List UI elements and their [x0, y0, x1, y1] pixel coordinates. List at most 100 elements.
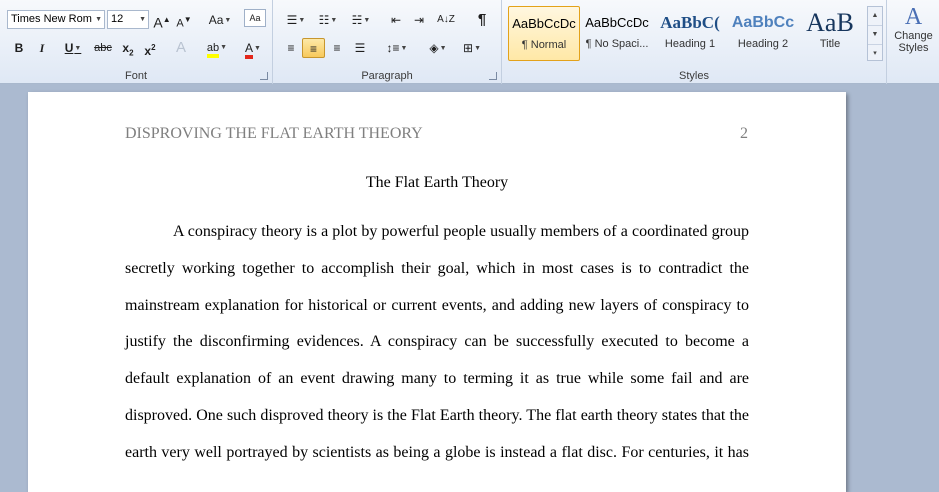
style-heading-2[interactable]: AaBbCc Heading 2: [727, 6, 799, 61]
paint-bucket-icon: ◈: [429, 41, 439, 55]
text-effects-button[interactable]: A: [172, 38, 190, 58]
chevron-down-icon[interactable]: ▼: [139, 11, 146, 28]
line-spacing-button[interactable]: ↕≡▼: [381, 38, 413, 58]
align-center-icon: ≡: [309, 42, 317, 56]
change-styles-line2: Styles: [898, 42, 929, 54]
body-line[interactable]: disproved. One such disproved theory is …: [125, 407, 749, 425]
decrease-indent-icon: ⇤: [390, 13, 402, 27]
chevron-down-icon[interactable]: ▼: [868, 26, 882, 45]
align-right-button[interactable]: ≡: [326, 38, 348, 58]
align-left-icon: ≡: [287, 41, 295, 55]
style-normal[interactable]: AaBbCcDc ¶ Normal: [508, 6, 580, 61]
body-line[interactable]: secretly working together to accomplish …: [125, 260, 749, 278]
font-size-box[interactable]: 12 ▼: [107, 10, 149, 29]
highlighter-icon: ab: [206, 42, 220, 58]
document-page[interactable]: DISPROVING THE FLAT EARTH THEORY 2 The F…: [28, 92, 846, 492]
shrink-font-button[interactable]: A▼: [175, 10, 193, 30]
subscript-mark: 2: [129, 48, 134, 58]
clear-formatting-icon: Aa: [249, 13, 261, 23]
style-title[interactable]: AaB Title: [794, 6, 866, 61]
font-name-box[interactable]: Times New Rom ▼: [7, 10, 105, 29]
italic-button[interactable]: I: [33, 38, 51, 58]
chevron-up-icon[interactable]: ▲: [868, 7, 882, 26]
chevron-down-icon[interactable]: ▼: [95, 11, 102, 28]
styles-group: AaBbCcDc ¶ Normal AaBbCcDc ¶ No Spaci...…: [502, 0, 886, 84]
sort-icon: A↓Z: [437, 14, 455, 25]
underline-button[interactable]: U▼: [56, 38, 90, 58]
strikethrough-button[interactable]: abc: [94, 38, 112, 58]
bold-icon: B: [14, 41, 24, 55]
numbering-button[interactable]: ☷▼: [313, 10, 343, 30]
paragraph-group: ☰▼ ☷▼ ☵▼ ⇤ ⇥ A↓Z ¶ ≡ ≡ ≡ ☰ ↕≡▼ ◈▼ ⊞▼ Par…: [273, 0, 502, 84]
style-name: ¶ Normal: [521, 39, 567, 51]
borders-icon: ⊞: [463, 41, 474, 55]
pilcrow-icon: ¶: [477, 11, 487, 28]
align-left-button[interactable]: ≡: [280, 38, 302, 58]
font-color-button[interactable]: A▼: [238, 38, 268, 59]
font-name-value: Times New Rom: [11, 13, 92, 25]
align-right-icon: ≡: [333, 41, 341, 55]
multilevel-list-icon: ☵: [351, 13, 363, 27]
subscript-button[interactable]: x2: [119, 38, 137, 58]
align-center-button[interactable]: ≡: [302, 38, 325, 58]
highlight-button[interactable]: ab▼: [200, 38, 234, 58]
font-dialog-launcher[interactable]: [260, 72, 268, 80]
document-title[interactable]: The Flat Earth Theory: [28, 174, 846, 192]
font-group-label: Font: [124, 70, 147, 82]
text-effects-icon: A: [175, 39, 186, 56]
style-sample: AaBbCc: [731, 14, 795, 31]
paragraph-dialog-launcher[interactable]: [489, 72, 497, 80]
italic-icon: I: [39, 41, 45, 55]
body-line[interactable]: justify the disconfirming evidences. A c…: [125, 333, 749, 351]
style-sample: AaBbC(: [660, 13, 720, 32]
shading-button[interactable]: ◈▼: [423, 38, 453, 58]
increase-indent-icon: ⇥: [413, 13, 425, 27]
change-styles-line1: Change: [894, 30, 933, 42]
increase-indent-button[interactable]: ⇥: [410, 10, 428, 30]
font-color-icon: A: [245, 41, 254, 59]
grow-font-icon: A: [153, 14, 163, 31]
body-line[interactable]: A conspiracy theory is a plot by powerfu…: [173, 223, 749, 241]
change-styles-icon: A: [904, 4, 923, 30]
grow-font-button[interactable]: A▲: [153, 10, 171, 31]
style-name: ¶ No Spaci...: [585, 38, 649, 50]
page-number[interactable]: 2: [740, 125, 748, 143]
bullets-icon: ☰: [286, 13, 298, 27]
decrease-indent-button[interactable]: ⇤: [387, 10, 405, 30]
bullets-button[interactable]: ☰▼: [281, 10, 311, 30]
justify-icon: ☰: [354, 41, 366, 55]
style-name: Heading 2: [737, 38, 789, 50]
superscript-mark: 2: [151, 43, 156, 52]
multilevel-list-button[interactable]: ☵▼: [345, 10, 377, 30]
line-spacing-icon: ↕≡: [386, 41, 400, 55]
body-line[interactable]: earth very well portrayed by scientists …: [125, 444, 749, 462]
font-size-value: 12: [111, 13, 124, 25]
justify-button[interactable]: ☰: [349, 38, 371, 58]
body-line[interactable]: mainstream explanation for historical or…: [125, 297, 749, 315]
clear-formatting-button[interactable]: Aa: [244, 9, 266, 27]
shrink-font-icon: A: [176, 17, 184, 30]
style-no-spacing[interactable]: AaBbCcDc ¶ No Spaci...: [581, 6, 653, 61]
style-heading-1[interactable]: AaBbC( Heading 1: [654, 6, 726, 61]
styles-gallery-scroll[interactable]: ▲ ▼ ▾: [867, 6, 883, 61]
borders-button[interactable]: ⊞▼: [457, 38, 487, 58]
sort-button[interactable]: A↓Z: [437, 10, 455, 30]
style-name: Title: [819, 38, 841, 50]
paragraph-group-label: Paragraph: [361, 70, 413, 82]
style-sample: AaBbCcDc: [512, 16, 576, 31]
change-case-button[interactable]: Aa▼: [205, 10, 235, 30]
numbering-icon: ☷: [318, 13, 330, 27]
styles-group-label: Styles: [679, 70, 709, 82]
style-sample: AaBbCcDc: [585, 15, 649, 30]
change-styles-button[interactable]: A Change Styles: [886, 0, 939, 84]
bold-button[interactable]: B: [10, 38, 28, 58]
body-line[interactable]: default explanation of an event drawing …: [125, 370, 749, 388]
running-header[interactable]: DISPROVING THE FLAT EARTH THEORY: [125, 125, 423, 143]
superscript-button[interactable]: x2: [141, 38, 159, 58]
change-case-icon: Aa: [208, 13, 224, 27]
more-styles-icon[interactable]: ▾: [868, 45, 882, 63]
strikethrough-icon: abc: [94, 42, 112, 54]
underline-icon: U: [64, 41, 74, 55]
document-area: DISPROVING THE FLAT EARTH THEORY 2 The F…: [0, 84, 939, 492]
show-formatting-button[interactable]: ¶: [473, 10, 491, 30]
